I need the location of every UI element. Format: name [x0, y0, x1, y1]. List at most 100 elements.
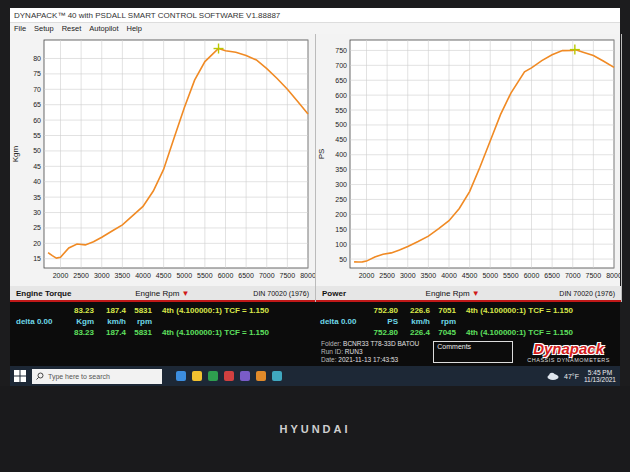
grid-line	[350, 229, 614, 230]
menu-item[interactable]: Help	[126, 24, 141, 33]
grid-line	[44, 212, 308, 213]
monitor-brand: HYUNDAI	[279, 423, 350, 435]
grid-line	[350, 95, 614, 96]
x-tick: 7500	[280, 272, 296, 279]
curve	[48, 49, 308, 259]
app-icon[interactable]	[208, 371, 218, 381]
grid-line	[531, 40, 532, 268]
chart: 2000250030003500400045005000550060006500…	[316, 34, 621, 286]
grid-line	[44, 181, 308, 182]
run-info: Folder: BCNR33 T78-33D BATOURun ID: RUN3…	[321, 340, 419, 364]
menu-item[interactable]: File	[14, 24, 26, 33]
menu-item[interactable]: Reset	[62, 24, 82, 33]
search-box[interactable]: Type here to search	[32, 369, 162, 384]
grid-line	[350, 65, 614, 66]
window-title: DYNAPACK™ 40 with PSDALL SMART CONTROL S…	[14, 11, 280, 20]
comments-box[interactable]: Comments	[433, 341, 513, 363]
readout-row: 83.23187.458314th (4.100000:1) TCF = 1.1…	[16, 327, 310, 337]
grid-line	[350, 184, 614, 185]
grid-line	[246, 40, 247, 268]
grid-line	[44, 89, 308, 90]
grid-line	[469, 40, 470, 268]
search-icon	[36, 372, 44, 380]
x-tick: 8000	[606, 272, 621, 279]
x-tick: 4500	[462, 272, 478, 279]
x-tick: 6500	[238, 272, 254, 279]
x-tick: 2000	[53, 272, 69, 279]
title-bar: DYNAPACK™ 40 with PSDALL SMART CONTROL S…	[10, 8, 620, 23]
x-tick: 7000	[259, 272, 275, 279]
app-icon[interactable]	[256, 371, 266, 381]
grid-line	[407, 40, 408, 268]
x-tick: 4500	[156, 272, 172, 279]
monitor-photo: DYNAPACK™ 40 with PSDALL SMART CONTROL S…	[0, 0, 630, 472]
grid-line	[225, 40, 226, 268]
charts: 2000250030003500400045005000550060006500…	[10, 34, 620, 302]
y-tick: 80	[33, 55, 41, 62]
menu-bar: File Setup Reset Autopilot Help	[10, 23, 620, 34]
grid-line	[308, 40, 309, 268]
grid-line	[44, 104, 308, 105]
app-icon[interactable]	[192, 371, 202, 381]
x-axis-selector[interactable]: Engine Rpm ▼	[426, 289, 480, 298]
x-tick: 4000	[441, 272, 457, 279]
grid-line	[449, 40, 450, 268]
x-tick: 3000	[400, 272, 416, 279]
grid-line	[101, 40, 102, 268]
grid-line	[428, 40, 429, 268]
x-tick: 3500	[421, 272, 437, 279]
x-tick: 7500	[586, 272, 602, 279]
grid-line	[387, 40, 388, 268]
grid-line	[44, 258, 308, 259]
grid-line	[593, 40, 594, 268]
x-tick: 5000	[482, 272, 498, 279]
grid-line	[350, 124, 614, 125]
grid-line	[81, 40, 82, 268]
x-tick: 2500	[73, 272, 89, 279]
readout-panel: 83.23187.458314th (4.100000:1) TCF = 1.1…	[10, 302, 620, 366]
grid-line	[572, 40, 573, 268]
grid-line	[287, 40, 288, 268]
y-tick: 50	[339, 256, 347, 263]
grid-line	[350, 244, 614, 245]
readout-row: 752.80226.670514th (4.100000:1) TCF = 1.…	[320, 305, 614, 315]
grid-line	[44, 227, 308, 228]
plot-area	[44, 40, 308, 268]
app-icon[interactable]	[240, 371, 250, 381]
chart: 2000250030003500400045005000550060006500…	[10, 34, 315, 286]
x-axis-selector[interactable]: Engine Rpm ▼	[135, 289, 189, 298]
clock[interactable]: 5:45 PM11/13/2021	[584, 369, 616, 384]
app-icon[interactable]	[176, 371, 186, 381]
plot-area	[350, 40, 614, 268]
app-icon[interactable]	[272, 371, 282, 381]
readout-column: 752.80226.670514th (4.100000:1) TCF = 1.…	[320, 305, 614, 337]
grid-line	[490, 40, 491, 268]
windows-start-icon[interactable]	[14, 370, 26, 382]
grid-line	[366, 40, 367, 268]
x-tick: 8000	[300, 272, 315, 279]
grid-line	[184, 40, 185, 268]
menu-item[interactable]: Autopilot	[89, 24, 118, 33]
grid-line	[204, 40, 205, 268]
chart-panel: 2000250030003500400045005000550060006500…	[316, 34, 622, 302]
x-tick: 5500	[197, 272, 213, 279]
grid-line	[60, 40, 61, 268]
curve	[354, 50, 614, 262]
x-tick: 7000	[565, 272, 581, 279]
y-tick: 75	[33, 70, 41, 77]
grid-line	[143, 40, 144, 268]
y-tick: 150	[335, 226, 347, 233]
grid-line	[44, 150, 308, 151]
system-tray: 47°F5:45 PM11/13/2021	[547, 369, 616, 384]
y-axis-label: PS	[317, 149, 326, 160]
y-tick: 500	[335, 121, 347, 128]
readout-row: 83.23187.458314th (4.100000:1) TCF = 1.1…	[16, 305, 310, 315]
app-icon[interactable]	[224, 371, 234, 381]
readout-column: 83.23187.458314th (4.100000:1) TCF = 1.1…	[16, 305, 310, 337]
y-tick: 15	[33, 255, 41, 262]
menu-item[interactable]: Setup	[34, 24, 54, 33]
grid-line	[350, 169, 614, 170]
grid-line	[163, 40, 164, 268]
y-tick: 55	[33, 132, 41, 139]
chart-caption-bar: Engine TorqueEngine Rpm ▼DIN 70020 (1976…	[10, 286, 315, 302]
